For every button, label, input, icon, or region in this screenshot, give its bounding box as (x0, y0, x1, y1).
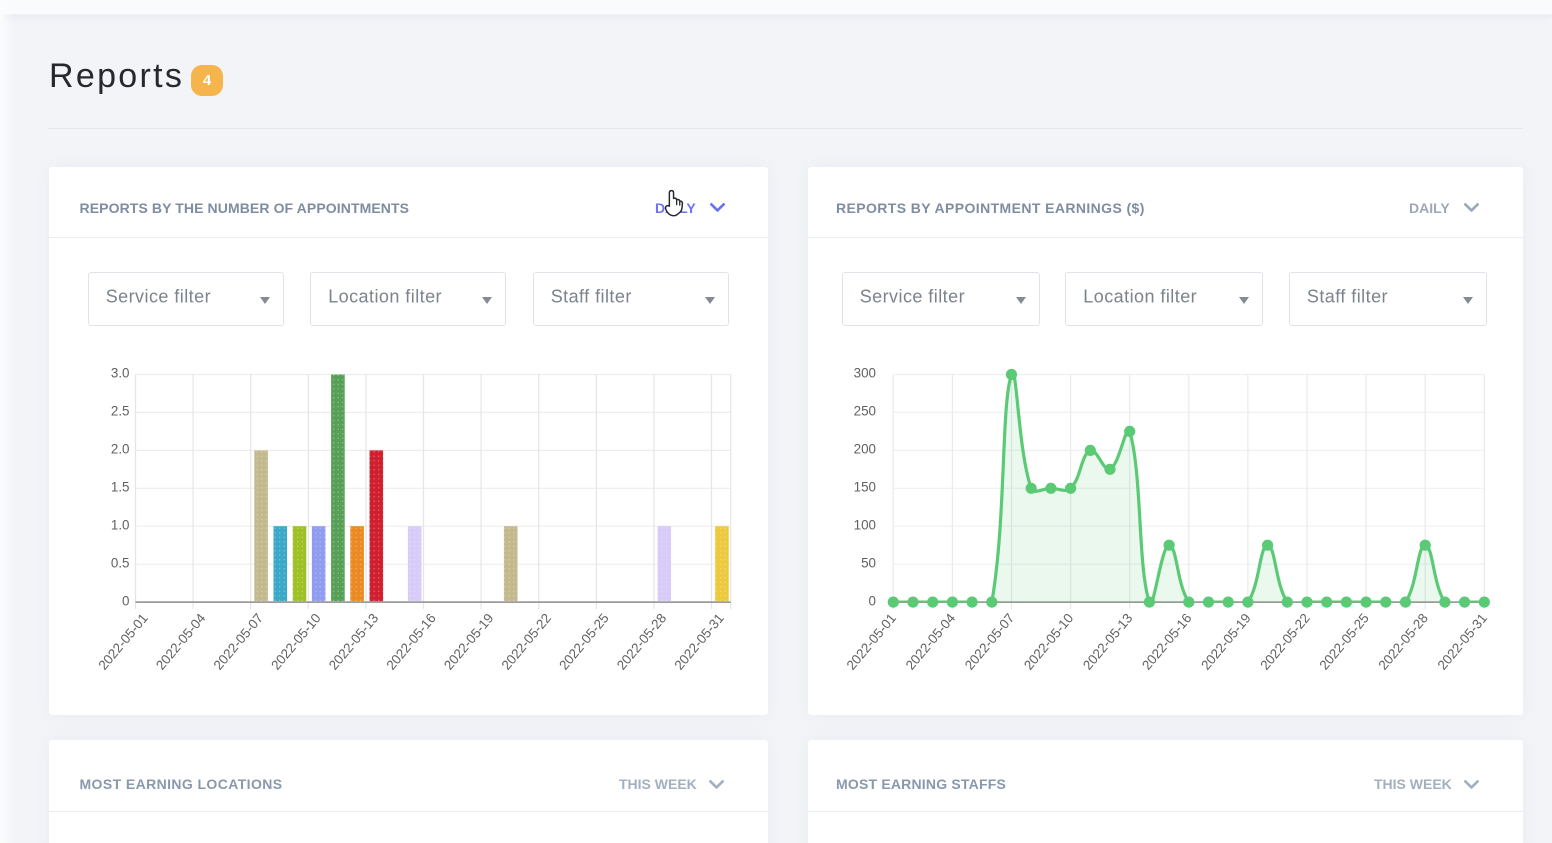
svg-text:1.0: 1.0 (111, 517, 130, 532)
svg-text:2022-05-31: 2022-05-31 (1435, 611, 1491, 673)
svg-text:200: 200 (854, 442, 876, 457)
svg-text:2022-05-01: 2022-05-01 (95, 611, 151, 673)
svg-text:2022-05-28: 2022-05-28 (1375, 611, 1431, 673)
svg-text:100: 100 (854, 517, 876, 532)
svg-text:150: 150 (854, 480, 876, 495)
svg-text:2022-05-13: 2022-05-13 (326, 611, 382, 673)
svg-text:2022-05-19: 2022-05-19 (441, 611, 497, 673)
svg-text:2022-05-04: 2022-05-04 (153, 610, 209, 673)
svg-text:2022-05-28: 2022-05-28 (614, 611, 670, 673)
svg-text:1.5: 1.5 (111, 480, 130, 495)
svg-text:2022-05-01: 2022-05-01 (844, 611, 900, 673)
svg-text:2022-05-25: 2022-05-25 (556, 611, 612, 673)
svg-text:0: 0 (869, 593, 876, 608)
svg-text:2022-05-04: 2022-05-04 (903, 610, 959, 673)
svg-text:250: 250 (854, 404, 876, 419)
svg-text:2022-05-10: 2022-05-10 (268, 611, 324, 673)
svg-text:0.5: 0.5 (111, 555, 130, 570)
svg-text:2022-05-19: 2022-05-19 (1198, 611, 1254, 673)
svg-text:2022-05-22: 2022-05-22 (499, 611, 555, 673)
svg-text:2022-05-22: 2022-05-22 (1257, 611, 1313, 673)
svg-text:2022-05-07: 2022-05-07 (211, 611, 267, 673)
svg-text:2022-05-16: 2022-05-16 (1139, 611, 1195, 673)
svg-text:2022-05-10: 2022-05-10 (1021, 611, 1077, 673)
svg-text:2022-05-16: 2022-05-16 (383, 611, 439, 673)
svg-text:2.5: 2.5 (111, 404, 130, 419)
svg-text:2022-05-07: 2022-05-07 (962, 611, 1018, 673)
svg-text:300: 300 (854, 366, 876, 381)
svg-text:0: 0 (122, 593, 129, 608)
svg-text:3.0: 3.0 (111, 366, 130, 381)
svg-text:2022-05-31: 2022-05-31 (671, 611, 727, 673)
svg-text:2.0: 2.0 (111, 442, 130, 457)
svg-text:2022-05-25: 2022-05-25 (1316, 611, 1372, 673)
svg-text:2022-05-13: 2022-05-13 (1080, 611, 1136, 673)
svg-text:50: 50 (861, 555, 876, 570)
